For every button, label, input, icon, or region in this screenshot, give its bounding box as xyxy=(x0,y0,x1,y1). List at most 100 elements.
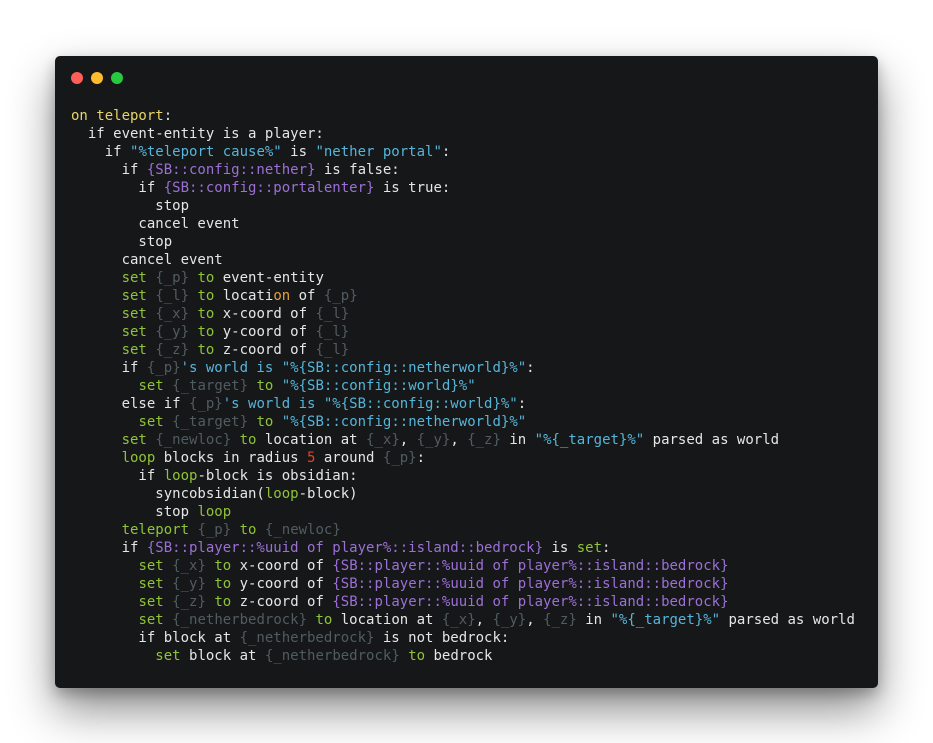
code-text: around xyxy=(315,450,383,466)
code-text: syncobsidian( xyxy=(71,486,265,502)
local-variable-token: {_p} xyxy=(323,288,358,304)
keyword-token: to xyxy=(197,342,215,358)
code-text: cancel event xyxy=(71,252,223,268)
keyword-token: set xyxy=(138,594,164,610)
keyword-token: set xyxy=(138,378,164,394)
code-line: if "%teleport cause%" is "nether portal"… xyxy=(71,143,855,161)
keyword-token: set xyxy=(121,432,147,448)
keyword-token: to xyxy=(197,306,215,322)
string-token: "%{SB::config::world}%" xyxy=(281,378,476,394)
code-text: block at xyxy=(180,648,265,664)
code-text: y-coord of xyxy=(214,324,316,340)
keyword-token: set xyxy=(138,414,164,430)
code-line: stop xyxy=(71,197,855,215)
keyword-token: set xyxy=(576,540,603,556)
minimize-button[interactable] xyxy=(91,72,103,84)
keyword-token: to xyxy=(197,324,215,340)
code-line: on teleport: xyxy=(71,107,855,125)
local-variable-token: {_y} xyxy=(492,612,527,628)
keyword-token: set xyxy=(121,288,147,304)
keyword-token: to xyxy=(256,414,274,430)
code-text: location at xyxy=(332,612,442,628)
code-text: : xyxy=(517,396,527,412)
code-text: , xyxy=(475,612,493,628)
local-variable-token: {_x} xyxy=(155,306,190,322)
code-text: if xyxy=(71,144,131,160)
local-variable-token: {_z} xyxy=(467,432,501,448)
local-variable-token: {_netherbedrock} xyxy=(239,630,375,646)
keyword-token: to xyxy=(315,612,333,628)
code-line: set {_target} to "%{SB::config::netherwo… xyxy=(71,413,855,431)
keyword-token: to xyxy=(197,288,215,304)
code-text: : xyxy=(526,360,535,376)
zoom-button[interactable] xyxy=(111,72,123,84)
local-variable-token: {_netherbedrock} xyxy=(172,612,308,628)
code-line: if {SB::config::portalenter} is true: xyxy=(71,179,855,197)
code-window: on teleport: if event-entity is a player… xyxy=(55,56,878,688)
code-text: is xyxy=(281,144,316,160)
code-editor[interactable]: on teleport: if event-entity is a player… xyxy=(71,107,855,665)
code-text: , xyxy=(526,612,544,628)
code-text: bedrock xyxy=(425,648,493,664)
keyword-token: to xyxy=(239,522,257,538)
code-text: z-coord of xyxy=(214,342,316,358)
code-text: if xyxy=(71,360,147,376)
code-text: stop xyxy=(71,198,190,214)
code-line: set block at {_netherbedrock} to bedrock xyxy=(71,647,855,665)
local-variable-token: {_l} xyxy=(315,342,350,358)
string-token: "%{_target}%" xyxy=(610,612,721,628)
keyword-token: to xyxy=(214,594,232,610)
global-variable-token: {SB::config::portalenter} xyxy=(163,180,375,196)
global-variable-token: {SB::player::%uuid of player%::island::b… xyxy=(332,558,729,574)
keyword-token: loop xyxy=(197,504,232,520)
code-text: : xyxy=(163,108,173,124)
local-variable-token: {_x} xyxy=(441,612,476,628)
code-text: event-entity xyxy=(214,270,324,286)
local-variable-token: {_z} xyxy=(172,594,206,610)
code-line: if {SB::config::nether} is false: xyxy=(71,161,855,179)
local-variable-token: {_p} xyxy=(155,270,190,286)
code-text: cancel event xyxy=(71,216,240,232)
code-line: set {_z} to z-coord of {SB::player::%uui… xyxy=(71,593,855,611)
code-text: parsed as world xyxy=(720,612,855,628)
code-line: if {SB::player::%uuid of player%::island… xyxy=(71,539,855,557)
code-text: is true: xyxy=(374,180,451,196)
global-variable-token: {SB::player::%uuid of player%::island::b… xyxy=(332,594,729,610)
code-line: set {_y} to y-coord of {SB::player::%uui… xyxy=(71,575,855,593)
local-variable-token: {_netherbedrock} xyxy=(264,648,400,664)
close-button[interactable] xyxy=(71,72,83,84)
code-line: if block at {_netherbedrock} is not bedr… xyxy=(71,629,855,647)
code-line: set {_l} to location of {_p} xyxy=(71,287,855,305)
code-line: set {_x} to x-coord of {SB::player::%uui… xyxy=(71,557,855,575)
keyword-token: set xyxy=(121,270,147,286)
code-line: cancel event xyxy=(71,251,855,269)
code-text: is not bedrock: xyxy=(374,630,510,646)
global-variable-token: {SB::config::nether} xyxy=(146,162,316,178)
local-variable-token: {_p} xyxy=(197,522,232,538)
code-line: else if {_p}'s world is "%{SB::config::w… xyxy=(71,395,855,413)
keyword-token: set xyxy=(121,342,147,358)
keyword-token: to xyxy=(239,432,257,448)
code-text: if xyxy=(71,468,164,484)
keyword-token: teleport xyxy=(121,522,190,538)
code-text: : xyxy=(602,540,611,556)
code-text: in xyxy=(576,612,611,628)
code-text: : xyxy=(441,144,451,160)
code-line: teleport {_p} to {_newloc} xyxy=(71,521,855,539)
code-line: cancel event xyxy=(71,215,855,233)
